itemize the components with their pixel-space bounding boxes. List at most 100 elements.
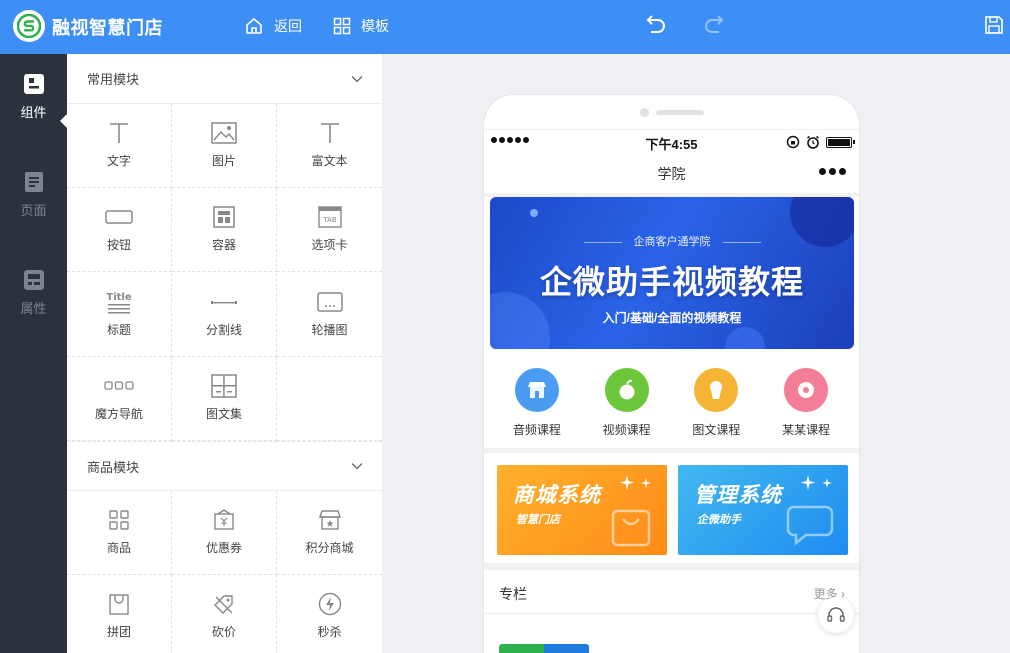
separator: [484, 563, 859, 570]
heading-icon: Title: [105, 288, 133, 316]
rail-item-properties[interactable]: 属性: [0, 268, 67, 352]
module-cube-nav[interactable]: 魔方导航: [67, 356, 172, 441]
sparkle-icon: [801, 475, 832, 490]
category-other[interactable]: 某某课程: [766, 357, 846, 445]
column-thumbnail[interactable]: [499, 644, 589, 653]
carousel-icon: [316, 288, 343, 316]
module-button[interactable]: 按钮: [67, 188, 172, 273]
separator: [484, 448, 859, 453]
button-icon: [105, 203, 133, 231]
phone-camera: [640, 108, 649, 117]
promo-card-management[interactable]: 管理系统 企微助手: [678, 465, 848, 555]
goods-modules-title: 商品模块: [87, 459, 140, 475]
chat-bubble-icon: [786, 505, 834, 546]
module-label: 文字: [106, 154, 131, 168]
module-label: 魔方导航: [94, 406, 143, 421]
save-icon: [985, 16, 1003, 34]
module-label: 标题: [106, 322, 131, 337]
banner-subtitle: 企商客户通学院: [490, 233, 854, 249]
column-title: 专栏: [499, 586, 527, 602]
module-gallery[interactable]: 图文集: [172, 356, 277, 441]
category-nav: 音频课程 视频课程 图文课程 某某课程: [484, 357, 859, 445]
module-bargain[interactable]: 砍价: [172, 575, 277, 653]
mini-nav-bar: 学院: [484, 151, 859, 193]
back-button[interactable]: 返回: [244, 15, 302, 37]
module-goods[interactable]: 商品: [67, 491, 172, 575]
banner-decoration: [530, 209, 538, 217]
component-panel: 常用模块 文字 图片 富文本 按钮 容器 TAB 选项卡 Title 标题 分割…: [67, 54, 382, 653]
category-article[interactable]: 图文课程: [676, 357, 756, 445]
module-label: 秒杀: [317, 625, 342, 639]
customer-service-button[interactable]: [818, 597, 854, 633]
coupon-icon: [212, 506, 236, 534]
module-label: 砍价: [211, 625, 236, 639]
redo-button[interactable]: [703, 14, 727, 41]
save-button[interactable]: [984, 15, 1004, 40]
module-flash-sale[interactable]: 秒杀: [277, 575, 382, 653]
module-label: 轮播图: [311, 322, 348, 337]
category-video[interactable]: 视频课程: [587, 357, 667, 445]
category-label: 视频课程: [602, 423, 651, 437]
module-tabs[interactable]: TAB 选项卡: [277, 188, 382, 273]
status-icons: [786, 135, 855, 149]
phone-speaker: [656, 110, 704, 115]
category-label: 音频课程: [512, 423, 561, 437]
module-text[interactable]: 文字: [67, 104, 172, 188]
template-label: 模板: [361, 18, 389, 34]
goods-modules-header[interactable]: 商品模块: [67, 441, 382, 491]
rail-item-page[interactable]: 页面: [0, 170, 67, 254]
bag-icon: [108, 590, 130, 618]
module-group-buy[interactable]: 拼团: [67, 575, 172, 653]
container-icon: [213, 203, 235, 231]
goods-modules-grid: 商品 优惠券 积分商城 拼团 砍价 秒杀: [67, 491, 382, 653]
properties-icon: [23, 270, 44, 290]
module-label: 积分商城: [305, 541, 354, 555]
promo-subtitle: 智慧门店: [516, 514, 560, 526]
tab-icon-text: TAB: [322, 216, 337, 224]
rail-label-components: 组件: [20, 105, 47, 120]
banner-desc: 入门/基础/全面的视频教程: [602, 311, 742, 325]
module-label: 优惠券: [205, 541, 242, 555]
module-label: 按钮: [106, 238, 131, 253]
rail-label-page: 页面: [20, 203, 47, 218]
module-label: 容器: [211, 238, 236, 253]
course-banner[interactable]: 企商客户通学院 企微助手视频教程 入门/基础/全面的视频教程: [490, 197, 854, 349]
component-icon: [23, 74, 44, 94]
category-audio[interactable]: 音频课程: [497, 357, 577, 445]
promo-title: 商城系统: [513, 484, 601, 507]
module-points-mall[interactable]: 积分商城: [277, 491, 382, 575]
status-bar: 下午4:55: [484, 129, 859, 152]
rail-item-components[interactable]: 组件: [0, 72, 67, 156]
module-label: 选项卡: [311, 238, 348, 253]
template-button[interactable]: 模板: [333, 15, 389, 37]
alarm-icon: [807, 135, 819, 149]
battery-icon: [826, 136, 855, 148]
rail-label-properties: 属性: [20, 301, 47, 316]
home-icon: [246, 18, 262, 34]
chevron-down-icon: [351, 75, 363, 82]
column-section-header: 专栏 更多 ›: [484, 570, 859, 614]
module-divider[interactable]: 分割线: [172, 272, 277, 357]
more-dots-icon[interactable]: [819, 168, 846, 175]
banner-decoration: [725, 327, 765, 349]
bargain-icon: [212, 590, 236, 618]
rich-text-icon: [319, 119, 341, 147]
left-rail: 组件 页面 属性: [0, 54, 67, 653]
module-rich-text[interactable]: 富文本: [277, 104, 382, 188]
module-label: 图片: [211, 154, 236, 168]
video-course-icon: [604, 368, 649, 412]
shopping-bag-icon: [611, 509, 651, 547]
app-title: 融视智慧门店: [52, 18, 163, 38]
phone-preview: 下午4:55 学院 企商客户通学院 企微助手视频教程 入门/基础/全面的视频教程…: [484, 95, 859, 653]
category-label: 某某课程: [782, 423, 831, 437]
module-container[interactable]: 容器: [172, 188, 277, 273]
donut-icon: [784, 368, 829, 412]
module-carousel[interactable]: 轮播图: [277, 273, 382, 357]
module-heading[interactable]: Title 标题: [67, 272, 172, 357]
module-image[interactable]: 图片: [172, 104, 277, 188]
module-coupon[interactable]: 优惠券: [172, 491, 277, 575]
empty-cell: [277, 357, 382, 441]
promo-card-mall[interactable]: 商城系统 智慧门店: [497, 465, 667, 555]
undo-button[interactable]: [643, 14, 667, 41]
common-modules-header[interactable]: 常用模块: [67, 54, 382, 104]
